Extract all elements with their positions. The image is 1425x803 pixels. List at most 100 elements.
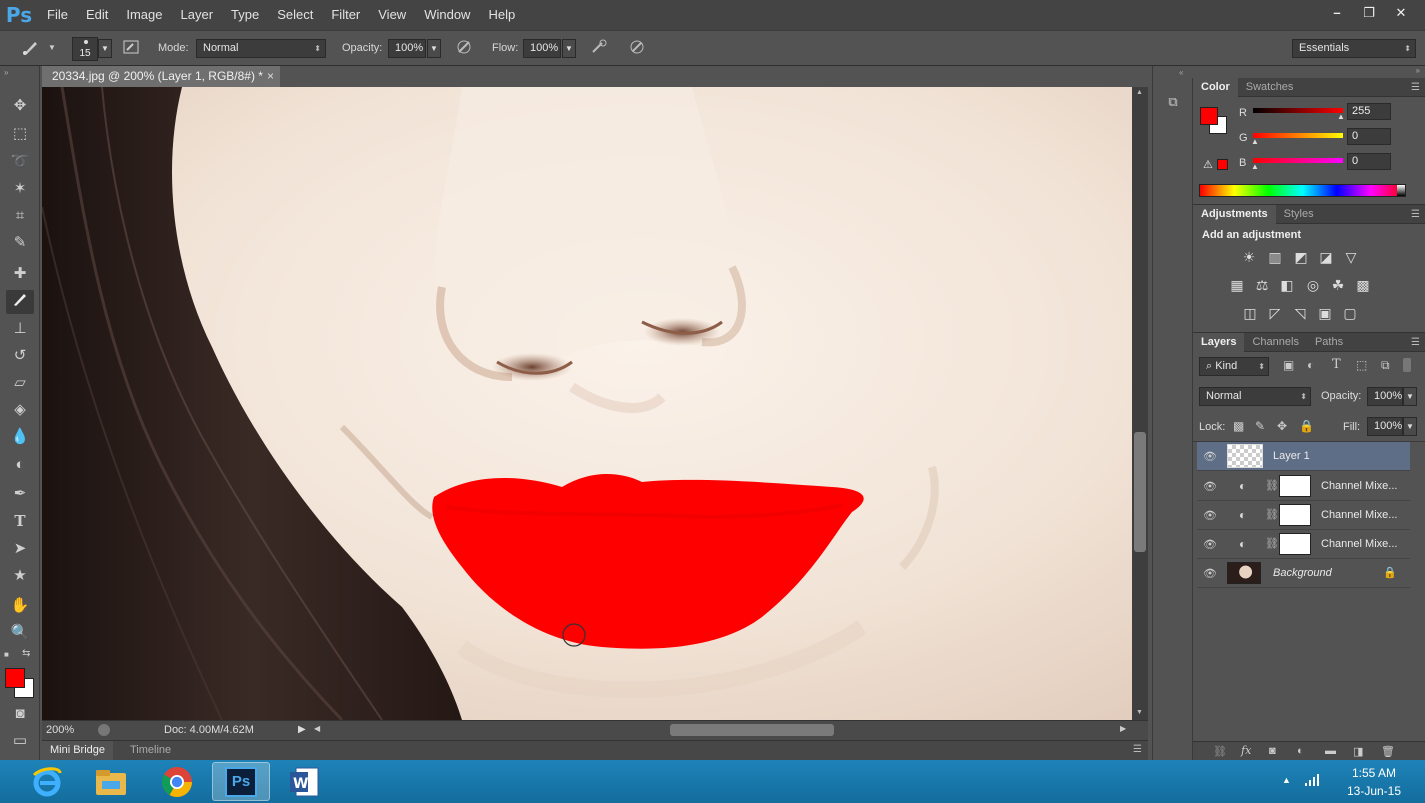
menu-image[interactable]: Image	[117, 0, 171, 30]
zoom-tool-icon[interactable]: 🔍	[6, 621, 34, 645]
layer-row-channel-mixer[interactable]: 👁 ◐ ⛓ Channel Mixe...	[1197, 501, 1410, 530]
red-value-input[interactable]: 255	[1347, 103, 1391, 120]
default-colors-icon[interactable]: ■	[4, 650, 14, 660]
selective-color-icon[interactable]: ▢	[1340, 304, 1360, 322]
menu-layer[interactable]: Layer	[172, 0, 223, 30]
brush-preset-arrow-icon[interactable]: ▼	[48, 43, 56, 52]
scroll-right-icon[interactable]: ▶	[1120, 724, 1126, 733]
lasso-tool-icon[interactable]: ➰	[6, 150, 34, 174]
healing-brush-tool-icon[interactable]: ✚	[6, 262, 34, 286]
horizontal-scroll-thumb[interactable]	[670, 724, 834, 736]
foreground-color-swatch[interactable]	[5, 668, 25, 688]
history-panel-icon[interactable]: ⧉	[1163, 94, 1183, 114]
network-icon[interactable]	[1304, 773, 1320, 790]
lock-transparent-icon[interactable]: ▩	[1233, 419, 1244, 433]
dodge-tool-icon[interactable]: ◐	[6, 453, 34, 477]
collapse-arrows-icon[interactable]: »	[1416, 66, 1420, 75]
blue-slider-track[interactable]	[1253, 158, 1343, 163]
zoom-level[interactable]: 200%	[46, 724, 74, 736]
document-tab[interactable]: 20334.jpg @ 200% (Layer 1, RGB/8#) * ×	[42, 66, 280, 87]
expand-panels-icon[interactable]: «	[1179, 68, 1183, 77]
brush-preset-icon[interactable]	[20, 37, 42, 59]
color-balance-icon[interactable]: ⚖	[1252, 276, 1272, 294]
scroll-up-icon[interactable]: ▲	[1136, 89, 1143, 96]
tab-paths[interactable]: Paths	[1307, 333, 1351, 352]
quick-mask-icon[interactable]: ◙	[6, 702, 34, 726]
flow-dropdown-icon[interactable]: ▼	[562, 39, 576, 58]
layer-mask-thumbnail[interactable]	[1279, 475, 1311, 497]
color-spectrum-bar[interactable]	[1199, 184, 1406, 197]
eyedropper-tool-icon[interactable]: ✎	[6, 231, 34, 255]
posterize-icon[interactable]: ◸	[1265, 304, 1285, 322]
eye-icon[interactable]: 👁	[1203, 450, 1217, 463]
layer-opacity-dropdown-icon[interactable]: ▼	[1403, 387, 1417, 406]
black-white-ramp[interactable]	[1397, 185, 1405, 196]
panel-menu-icon[interactable]: ☰	[1411, 209, 1425, 220]
magic-wand-tool-icon[interactable]: ✶	[6, 177, 34, 201]
threshold-icon[interactable]: ◹	[1290, 304, 1310, 322]
lock-position-icon[interactable]: ✥	[1277, 419, 1287, 433]
layer-name[interactable]: Background	[1273, 567, 1332, 579]
shape-tool-icon[interactable]: ★	[6, 564, 34, 588]
green-value-input[interactable]: 0	[1347, 128, 1391, 145]
filter-adjustment-icon[interactable]: ◐	[1307, 358, 1314, 372]
restore-button[interactable]: ❐	[1355, 2, 1383, 24]
show-hidden-icons-icon[interactable]: ▲	[1282, 775, 1291, 785]
channel-mixer-icon[interactable]: ☘	[1328, 276, 1348, 294]
red-slider-track[interactable]	[1253, 108, 1343, 113]
pressure-opacity-icon[interactable]	[453, 38, 475, 60]
green-slider-track[interactable]	[1253, 133, 1343, 138]
close-icon[interactable]: ×	[267, 66, 274, 87]
photoshop-taskbar-icon[interactable]: Ps	[212, 762, 270, 801]
tab-mini-bridge[interactable]: Mini Bridge	[42, 741, 114, 760]
close-button[interactable]: ✕	[1387, 2, 1415, 24]
brightness-contrast-icon[interactable]: ☀	[1239, 248, 1259, 266]
scroll-left-icon[interactable]: ◀	[314, 724, 320, 733]
layer-name[interactable]: Channel Mixe...	[1321, 538, 1397, 550]
fill-dropdown-icon[interactable]: ▼	[1403, 417, 1417, 436]
layer-row-channel-mixer[interactable]: 👁 ◐ ⛓ Channel Mixe...	[1197, 472, 1410, 501]
layer-style-icon[interactable]: fx	[1241, 744, 1251, 757]
layer-opacity-input[interactable]: 100%	[1367, 387, 1403, 406]
lock-all-icon[interactable]: 🔒	[1299, 419, 1314, 433]
layer-name[interactable]: Channel Mixe...	[1321, 509, 1397, 521]
menu-file[interactable]: File	[38, 0, 77, 30]
tab-styles[interactable]: Styles	[1276, 205, 1322, 224]
tab-channels[interactable]: Channels	[1244, 333, 1306, 352]
menu-type[interactable]: Type	[222, 0, 268, 30]
chain-link-icon[interactable]: ⛓	[1265, 508, 1279, 521]
layer-blend-mode-select[interactable]: Normal ⬍	[1199, 387, 1311, 406]
gradient-map-icon[interactable]: ▣	[1315, 304, 1335, 322]
airbrush-icon[interactable]	[588, 38, 610, 60]
vertical-scrollbar[interactable]: ▲ ▼	[1132, 87, 1148, 720]
tab-adjustments[interactable]: Adjustments	[1193, 204, 1276, 224]
tab-color[interactable]: Color	[1193, 77, 1238, 97]
opacity-input[interactable]: 100%	[388, 39, 426, 58]
flow-input[interactable]: 100%	[523, 39, 561, 58]
document-canvas[interactable]	[42, 87, 1132, 720]
lock-pixels-icon[interactable]: ✎	[1255, 419, 1265, 433]
workspace-switcher[interactable]: Essentials ⬍	[1292, 39, 1416, 58]
filter-pixel-icon[interactable]: ▣	[1283, 358, 1294, 372]
panel-menu-icon[interactable]: ☰	[1411, 82, 1425, 93]
menu-view[interactable]: View	[369, 0, 415, 30]
chain-link-icon[interactable]: ⛓	[1265, 537, 1279, 550]
layer-mask-thumbnail[interactable]	[1279, 504, 1311, 526]
scroll-down-icon[interactable]: ▼	[1136, 709, 1143, 716]
layer-row-background[interactable]: 👁 Background 🔒	[1197, 559, 1410, 588]
tab-swatches[interactable]: Swatches	[1238, 78, 1302, 97]
internet-explorer-icon[interactable]	[18, 762, 76, 801]
blue-value-input[interactable]: 0	[1347, 153, 1391, 170]
blur-tool-icon[interactable]: 💧	[6, 425, 34, 449]
layer-name[interactable]: Layer 1	[1273, 450, 1310, 462]
eye-icon[interactable]: 👁	[1203, 567, 1217, 580]
trash-icon[interactable]: 🗑	[1381, 745, 1395, 758]
slider-handle-icon[interactable]: ▲	[1337, 112, 1345, 121]
add-mask-icon[interactable]: ◙	[1269, 745, 1276, 757]
slider-handle-icon[interactable]: ▲	[1251, 162, 1259, 171]
chrome-icon[interactable]	[148, 762, 206, 801]
word-icon[interactable]: W	[276, 762, 334, 801]
screen-mode-icon[interactable]: ▭	[6, 729, 34, 753]
curves-icon[interactable]: ◩	[1291, 248, 1311, 266]
invert-icon[interactable]: ◫	[1240, 304, 1260, 322]
